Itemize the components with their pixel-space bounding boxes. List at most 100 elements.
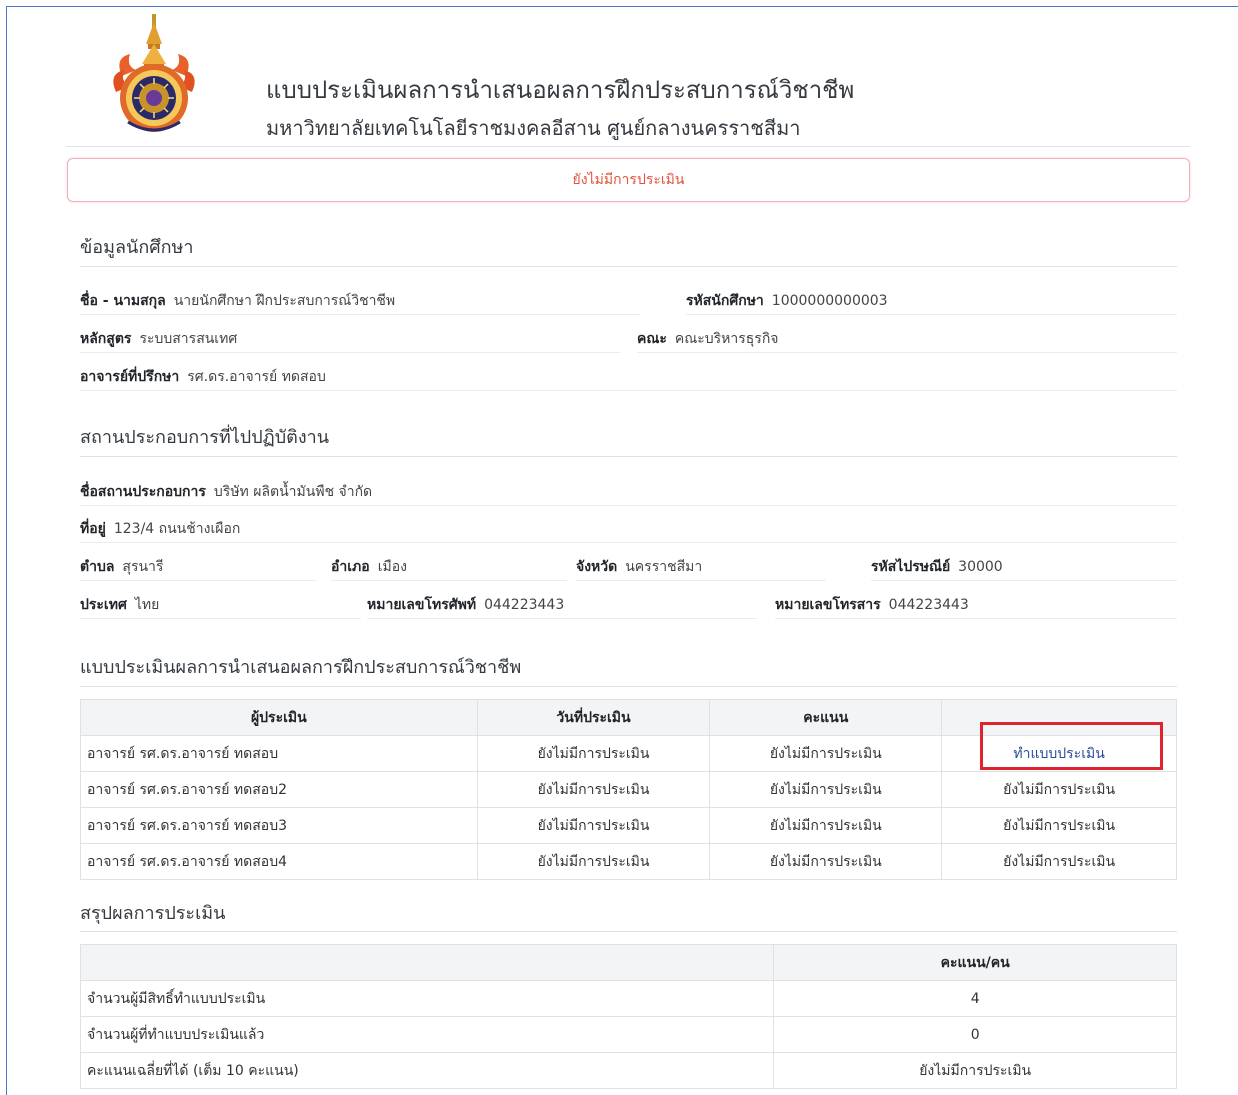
fax-label: หมายเลขโทรสาร: [775, 597, 881, 613]
company-name-label: ชื่อสถานประกอบการ: [80, 484, 206, 500]
postcode-field: รหัสไปรษณีย์ 30000: [871, 556, 1003, 578]
student-name-label: ชื่อ - นามสกุล: [80, 293, 166, 309]
status-alert: ยังไม่มีการประเมิน: [67, 158, 1190, 202]
student-name-field: ชื่อ - นามสกุล นายนักศึกษา ฝึกประสบการณ์…: [80, 290, 395, 312]
company-name-value: บริษัท ผลิตน้ำมันพืช จำกัด: [213, 484, 373, 500]
header-divider: [66, 146, 1190, 147]
field-underline: [637, 352, 1177, 353]
university-logo: [113, 14, 195, 132]
date-cell: ยังไม่มีการประเมิน: [476, 843, 711, 880]
phone-field: หมายเลขโทรศัพท์ 044223443: [367, 594, 564, 616]
evaluator-cell: อาจารย์ รศ.ดร.อาจารย์ ทดสอบ: [80, 735, 478, 772]
summary-value-cell: 0: [773, 1016, 1177, 1053]
score-cell: ยังไม่มีการประเมิน: [709, 771, 943, 808]
student-id-field: รหัสนักศึกษา 1000000000003: [686, 290, 888, 312]
page-subtitle: มหาวิทยาลัยเทคโนโลยีราชมงคลอีสาน ศูนย์กล…: [266, 116, 801, 140]
province-label: จังหวัด: [576, 559, 618, 575]
address-label: ที่อยู่: [80, 521, 106, 537]
action-cell: ยังไม่มีการประเมิน: [941, 771, 1177, 808]
field-underline: [80, 580, 316, 581]
address-value: 123/4 ถนนช้างเผือก: [113, 521, 241, 537]
table-row: คะแนนเฉลี่ยที่ได้ (เต็ม 10 คะแนน) ยังไม่…: [79, 1052, 1177, 1089]
field-underline: [775, 618, 1177, 619]
country-value: ไทย: [134, 597, 160, 613]
advisor-field: อาจารย์ที่ปรึกษา รศ.ดร.อาจารย์ ทดสอบ: [80, 366, 326, 388]
date-cell: ยังไม่มีการประเมิน: [476, 771, 711, 808]
fax-field: หมายเลขโทรสาร 044223443: [775, 594, 969, 616]
summary-section-divider: [80, 931, 1177, 932]
score-cell: ยังไม่มีการประเมิน: [709, 735, 943, 772]
postcode-label: รหัสไปรษณีย์: [871, 559, 951, 575]
fax-value: 044223443: [888, 597, 969, 613]
column-header-evaluator: ผู้ประเมิน: [80, 699, 478, 736]
field-underline: [80, 390, 1177, 391]
table-row: อาจารย์ รศ.ดร.อาจารย์ ทดสอบ2 ยังไม่มีการ…: [80, 771, 1177, 808]
faculty-label: คณะ: [637, 331, 667, 347]
field-underline: [576, 580, 826, 581]
action-cell: ยังไม่มีการประเมิน: [941, 843, 1177, 880]
column-header-score: คะแนน: [709, 699, 943, 736]
evaluator-cell: อาจารย์ รศ.ดร.อาจารย์ ทดสอบ2: [80, 771, 478, 808]
subdistrict-value: สุรนารี: [122, 559, 164, 575]
country-field: ประเทศ ไทย: [80, 594, 159, 616]
student-id-value: 1000000000003: [771, 293, 888, 309]
evaluator-cell: อาจารย์ รศ.ดร.อาจารย์ ทดสอบ3: [80, 807, 478, 844]
district-field: อำเภอ เมือง: [331, 556, 407, 578]
score-cell: ยังไม่มีการประเมิน: [709, 807, 943, 844]
summary-label-cell: จำนวนผู้ที่ทำแบบประเมินแล้ว: [79, 1016, 775, 1053]
program-value: ระบบสารสนเทศ: [139, 331, 238, 347]
company-section-divider: [80, 456, 1177, 457]
field-underline: [331, 580, 567, 581]
province-value: นครราชสีมา: [625, 559, 703, 575]
student-name-value: นายนักศึกษา ฝึกประสบการณ์วิชาชีพ: [173, 293, 396, 309]
company-name-field: ชื่อสถานประกอบการ บริษัท ผลิตน้ำมันพืช จ…: [80, 481, 372, 503]
summary-value-cell: 4: [773, 980, 1177, 1017]
country-label: ประเทศ: [80, 597, 127, 613]
field-underline: [80, 542, 1177, 543]
column-header-score-per-person: คะแนน/คน: [773, 944, 1177, 981]
subdistrict-label: ตำบล: [80, 559, 115, 575]
date-cell: ยังไม่มีการประเมิน: [476, 807, 711, 844]
student-id-label: รหัสนักศึกษา: [686, 293, 764, 309]
evaluator-cell: อาจารย์ รศ.ดร.อาจารย์ ทดสอบ4: [80, 843, 478, 880]
highlight-box: [980, 722, 1163, 770]
field-underline: [80, 505, 1177, 506]
table-row: จำนวนผู้ที่ทำแบบประเมินแล้ว 0: [79, 1016, 1177, 1053]
status-alert-text: ยังไม่มีการประเมิน: [572, 172, 685, 188]
field-underline: [80, 352, 620, 353]
student-section-divider: [80, 266, 1177, 267]
table-row: อาจารย์ รศ.ดร.อาจารย์ ทดสอบ4 ยังไม่มีการ…: [80, 843, 1177, 880]
summary-table-header: คะแนน/คน: [79, 944, 1177, 981]
field-underline: [871, 580, 1177, 581]
district-label: อำเภอ: [331, 559, 370, 575]
subdistrict-field: ตำบล สุรนารี: [80, 556, 163, 578]
address-field: ที่อยู่ 123/4 ถนนช้างเผือก: [80, 518, 240, 540]
field-underline: [686, 314, 1177, 315]
evaluation-section-title: แบบประเมินผลการนำเสนอผลการฝึกประสบการณ์ว…: [80, 657, 522, 678]
page-title: แบบประเมินผลการนำเสนอผลการฝึกประสบการณ์ว…: [266, 76, 855, 104]
program-field: หลักสูตร ระบบสารสนเทศ: [80, 328, 237, 350]
field-underline: [80, 314, 640, 315]
table-row: จำนวนผู้มีสิทธิ์ทำแบบประเมิน 4: [79, 980, 1177, 1017]
summary-value-cell: ยังไม่มีการประเมิน: [773, 1052, 1177, 1089]
advisor-value: รศ.ดร.อาจารย์ ทดสอบ: [187, 369, 326, 385]
action-cell: ยังไม่มีการประเมิน: [941, 807, 1177, 844]
faculty-value: คณะบริหารธุรกิจ: [674, 331, 779, 347]
summary-label-cell: จำนวนผู้มีสิทธิ์ทำแบบประเมิน: [79, 980, 775, 1017]
window-left-border: [6, 6, 7, 1095]
column-header-date: วันที่ประเมิน: [476, 699, 711, 736]
field-underline: [367, 618, 757, 619]
column-header-item: [79, 944, 775, 981]
province-field: จังหวัด นครราชสีมา: [576, 556, 702, 578]
district-value: เมือง: [377, 559, 407, 575]
advisor-label: อาจารย์ที่ปรึกษา: [80, 369, 180, 385]
program-label: หลักสูตร: [80, 331, 132, 347]
page-header: แบบประเมินผลการนำเสนอผลการฝึกประสบการณ์ว…: [0, 0, 1238, 148]
date-cell: ยังไม่มีการประเมิน: [476, 735, 711, 772]
phone-label: หมายเลขโทรศัพท์: [367, 597, 477, 613]
student-section-title: ข้อมูลนักศึกษา: [80, 237, 194, 258]
field-underline: [80, 618, 360, 619]
summary-table: คะแนน/คน จำนวนผู้มีสิทธิ์ทำแบบประเมิน 4 …: [79, 944, 1177, 1089]
evaluation-section-divider: [80, 686, 1177, 687]
phone-value: 044223443: [484, 597, 565, 613]
